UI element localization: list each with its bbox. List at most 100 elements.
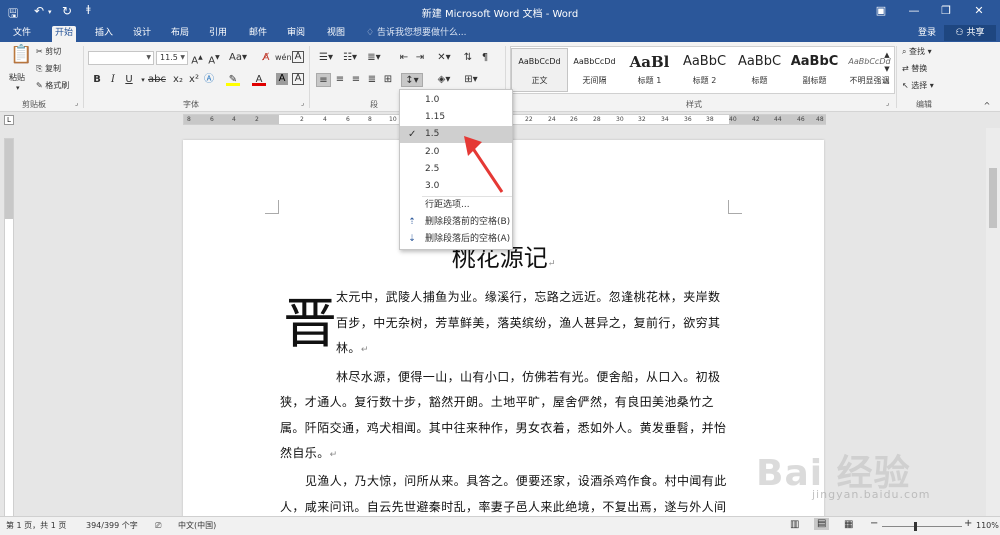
show-marks-icon[interactable]: ¶ <box>478 51 492 65</box>
drop-cap[interactable]: 晋 <box>283 294 337 354</box>
align-left-icon[interactable]: ≡ <box>316 73 331 87</box>
cut-button[interactable]: ✂ 剪切 <box>36 46 61 58</box>
tab-references[interactable]: 引用 <box>206 26 230 42</box>
tab-selector-icon[interactable]: L <box>4 115 14 125</box>
underline-icon[interactable]: U <box>122 73 136 87</box>
character-border-icon[interactable]: A <box>292 73 304 85</box>
paste-dropdown-icon[interactable]: ▾ <box>16 82 20 94</box>
paragraph-2-line-4[interactable]: 然自乐。↵ <box>280 441 338 469</box>
font-size-combo[interactable]: 11.5 ▼ <box>156 51 188 65</box>
proofing-icon[interactable]: ⎚ <box>155 520 161 532</box>
style-subtitle[interactable]: AaBbC 副标题 <box>787 49 842 91</box>
align-center-icon[interactable]: ≡ <box>333 73 347 87</box>
styles-scroll-up-icon[interactable]: ▲ <box>880 48 894 62</box>
close-button[interactable]: ✕ <box>970 3 988 19</box>
shrink-font-icon[interactable]: A▼ <box>207 51 221 66</box>
sign-in-link[interactable]: 登录 <box>918 26 936 41</box>
remove-space-before-item[interactable]: ⇡ 删除段落前的空格(B) <box>400 214 512 231</box>
multilevel-list-icon[interactable]: ≣▾ <box>364 51 384 65</box>
line-spacing-button[interactable]: ↕▾ <box>401 73 423 87</box>
replace-button[interactable]: ⇄ 替换 <box>902 63 927 75</box>
grow-font-icon[interactable]: A▲ <box>190 51 204 66</box>
zoom-slider-thumb[interactable] <box>914 522 917 531</box>
tab-insert[interactable]: 插入 <box>92 26 116 42</box>
decrease-indent-icon[interactable]: ⇤ <box>397 51 411 65</box>
read-mode-icon[interactable]: ▥ <box>790 519 799 531</box>
style-heading-1[interactable]: AaBl 标题 1 <box>622 49 677 91</box>
language-indicator[interactable]: 中文(中国) <box>178 520 216 532</box>
align-right-icon[interactable]: ≡ <box>349 73 363 87</box>
style-title[interactable]: AaBbC 标题 <box>732 49 787 91</box>
web-layout-icon[interactable]: ▦ <box>844 519 853 531</box>
font-launcher-icon[interactable]: ⌟ <box>301 99 304 107</box>
collapse-ribbon-icon[interactable]: ^ <box>980 99 994 113</box>
paste-icon[interactable]: 📋 <box>10 46 32 70</box>
tab-layout[interactable]: 布局 <box>168 26 192 42</box>
distributed-icon[interactable]: ⊞ <box>381 73 395 87</box>
tab-design[interactable]: 设计 <box>130 26 154 42</box>
word-count[interactable]: 394/399 个字 <box>86 520 138 532</box>
font-color-icon[interactable]: A <box>252 73 266 86</box>
change-case-icon[interactable]: Aa▾ <box>228 51 248 65</box>
paragraph-2-line-3[interactable]: 属。阡陌交通，鸡犬相闻。其中往来种作，男女衣着，悉如外人。黄发垂髫，并怡 <box>280 416 726 442</box>
styles-more-icon[interactable]: ≚ <box>880 76 894 90</box>
style-heading-2[interactable]: AaBbC 标题 2 <box>677 49 732 91</box>
vertical-ruler[interactable] <box>4 138 14 518</box>
clear-formatting-icon[interactable]: A̸ <box>259 51 273 65</box>
subscript-icon[interactable]: x₂ <box>170 73 186 87</box>
paragraph-2-line-2[interactable]: 狭，才通人。复行数十步，豁然开朗。土地平旷，屋舍俨然，有良田美池桑竹之 <box>280 390 714 416</box>
print-layout-icon[interactable]: ▤ <box>814 518 830 530</box>
styles-scroll-down-icon[interactable]: ▼ <box>880 62 894 76</box>
paragraph-1-line-3[interactable]: 林。↵ <box>336 336 369 364</box>
tab-mailings[interactable]: 邮件 <box>246 26 270 42</box>
clipboard-launcher-icon[interactable]: ⌟ <box>75 99 78 107</box>
bullets-icon[interactable]: ☰▾ <box>316 51 336 65</box>
format-painter-button[interactable]: ✎ 格式刷 <box>36 80 69 92</box>
bold-icon[interactable]: B <box>90 73 104 87</box>
tab-view[interactable]: 视图 <box>324 26 348 42</box>
increase-indent-icon[interactable]: ⇥ <box>413 51 427 65</box>
shading-icon[interactable]: ◈▾ <box>433 73 455 87</box>
ribbon-display-options-icon[interactable]: ▣ <box>872 3 890 19</box>
line-spacing-options-item[interactable]: 行距选项... <box>400 197 512 214</box>
font-name-combo[interactable]: ▼ <box>88 51 154 65</box>
superscript-icon[interactable]: x² <box>186 73 202 87</box>
line-spacing-option-1-0[interactable]: 1.0 <box>400 92 512 109</box>
strikethrough-icon[interactable]: abc <box>148 73 166 87</box>
numbering-icon[interactable]: ☷▾ <box>340 51 360 65</box>
italic-icon[interactable]: I <box>106 73 120 87</box>
paragraph-2-line-1[interactable]: 林尽水源，便得一山，山有小口，仿佛若有光。便舍船，从口入。初极 <box>336 365 720 391</box>
justify-icon[interactable]: ≣ <box>365 73 379 87</box>
chinese-layout-icon[interactable]: ✕▾ <box>433 51 455 65</box>
scrollbar-thumb[interactable] <box>989 168 997 228</box>
minimize-button[interactable]: — <box>905 3 923 19</box>
zoom-out-icon[interactable]: − <box>870 518 878 530</box>
zoom-slider[interactable] <box>882 522 962 531</box>
sort-icon[interactable]: ⇅ <box>461 51 475 65</box>
style-no-spacing[interactable]: AaBbCcDd 无间隔 <box>567 49 622 91</box>
tell-me-search[interactable]: ♢ 告诉我您想要做什么... <box>366 26 467 41</box>
borders-icon[interactable]: ⊞▾ <box>460 73 482 87</box>
select-button[interactable]: ↖ 选择 ▾ <box>902 80 934 92</box>
vertical-scrollbar[interactable] <box>986 128 1000 516</box>
line-spacing-option-1-15[interactable]: 1.15 <box>400 109 512 126</box>
remove-space-after-item[interactable]: ⇣ 删除段落后的空格(A) <box>400 231 512 248</box>
highlight-icon[interactable]: ✎ <box>226 73 240 86</box>
find-button[interactable]: ⌕ 查找 ▾ <box>902 46 932 58</box>
page-count[interactable]: 第 1 页，共 1 页 <box>6 520 66 532</box>
paragraph-1-line-1[interactable]: 太元中，武陵人捕鱼为业。缘溪行，忘路之远近。忽逢桃花林，夹岸数 <box>336 285 720 311</box>
tab-home[interactable]: 开始 <box>52 26 77 42</box>
zoom-level[interactable]: 110% <box>976 520 999 532</box>
paragraph-1-line-2[interactable]: 百步，中无杂树，芳草鲜美，落英缤纷，渔人甚异之，复前行，欲穷其 <box>336 311 720 337</box>
style-normal[interactable]: AaBbCcDd 正文 <box>511 48 568 92</box>
maximize-button[interactable]: ❐ <box>937 3 955 19</box>
copy-button[interactable]: ⎘ 复制 <box>36 63 61 75</box>
text-effects-icon[interactable]: Ⓐ <box>202 73 216 87</box>
tab-file[interactable]: 文件 <box>10 26 34 42</box>
enclosed-character-icon[interactable]: A <box>292 51 304 63</box>
phonetic-guide-icon[interactable]: wén <box>275 51 292 65</box>
styles-launcher-icon[interactable]: ⌟ <box>886 99 889 107</box>
paragraph-3-line-1[interactable]: 见渔人，乃大惊，问所从来。具答之。便要还家，设酒杀鸡作食。村中闻有此 <box>305 469 727 495</box>
character-shading-icon[interactable]: A <box>276 73 288 85</box>
share-button[interactable]: ⚇ 共享 <box>944 25 996 41</box>
